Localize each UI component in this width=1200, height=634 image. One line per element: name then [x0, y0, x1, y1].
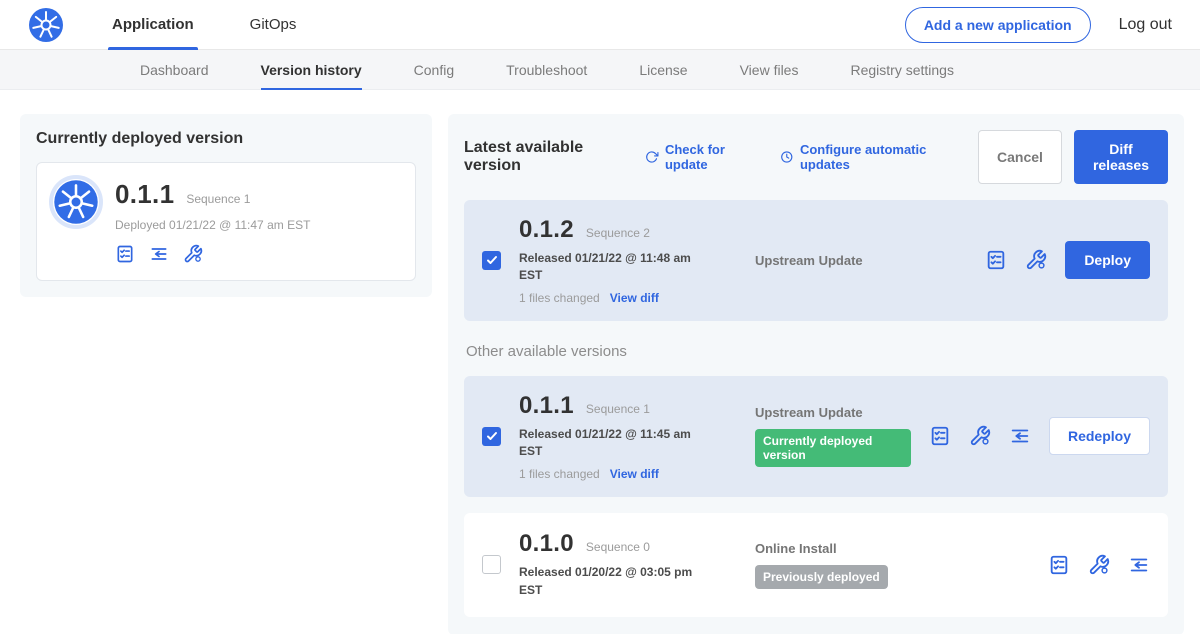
deployed-version-number: 0.1.1 [115, 179, 174, 210]
subnav-item-dashboard[interactable]: Dashboard [140, 50, 209, 90]
config-icon[interactable] [1088, 554, 1110, 576]
subnav-item-registry-settings[interactable]: Registry settings [850, 50, 953, 90]
version-sequence: Sequence 0 [586, 540, 650, 554]
deployed-sequence-label: Sequence 1 [186, 192, 250, 206]
diff-icon[interactable] [1128, 554, 1150, 576]
tab-gitops[interactable]: GitOps [246, 0, 301, 50]
top-navbar: Application GitOps Add a new application… [0, 0, 1200, 50]
version-sequence: Sequence 1 [586, 402, 650, 416]
kubernetes-app-icon [53, 179, 99, 225]
add-new-application-button[interactable]: Add a new application [905, 7, 1091, 43]
version-number: 0.1.0 [519, 530, 574, 558]
files-changed-label: 1 files changed [519, 291, 600, 305]
version-row: 0.1.2 Sequence 2 Released 01/21/22 @ 11:… [464, 200, 1168, 321]
release-notes-icon[interactable] [929, 425, 951, 447]
check-icon [486, 254, 498, 266]
version-row: 0.1.0 Sequence 0 Released 01/20/22 @ 03:… [464, 513, 1168, 617]
release-notes-icon[interactable] [1048, 554, 1070, 576]
version-sequence: Sequence 2 [586, 226, 650, 240]
other-versions-title: Other available versions [466, 343, 1168, 360]
subnav-item-view-files[interactable]: View files [740, 50, 799, 90]
redeploy-button[interactable]: Redeploy [1049, 417, 1150, 455]
logout-link[interactable]: Log out [1119, 16, 1172, 34]
config-icon[interactable] [1025, 249, 1047, 271]
version-checkbox[interactable] [482, 427, 501, 446]
clock-icon [780, 149, 794, 165]
configure-automatic-updates-label: Configure automatic updates [800, 142, 952, 172]
version-source: Upstream Update [755, 405, 911, 420]
version-number: 0.1.1 [519, 392, 574, 420]
tab-application-label: Application [112, 16, 194, 33]
version-history-panel: Latest available version Check for updat… [448, 114, 1184, 634]
configure-automatic-updates-link[interactable]: Configure automatic updates [780, 142, 952, 172]
files-changed-label: 1 files changed [519, 467, 600, 481]
app-subnav: Dashboard Version history Config Trouble… [0, 50, 1200, 90]
version-source: Upstream Update [755, 253, 967, 268]
currently-deployed-title: Currently deployed version [36, 130, 416, 148]
version-source: Online Install [755, 541, 1030, 556]
diff-releases-button[interactable]: Diff releases [1074, 130, 1168, 184]
currently-deployed-panel: Currently deployed version 0.1.1 [20, 114, 432, 297]
diff-icon[interactable] [149, 244, 169, 264]
config-icon[interactable] [183, 244, 203, 264]
version-number: 0.1.2 [519, 216, 574, 244]
version-checkbox[interactable] [482, 251, 501, 270]
subnav-item-license[interactable]: License [639, 50, 687, 90]
config-icon[interactable] [969, 425, 991, 447]
version-checkbox[interactable] [482, 555, 501, 574]
subnav-item-config[interactable]: Config [414, 50, 454, 90]
diff-icon[interactable] [1009, 425, 1031, 447]
status-badge: Currently deployed version [755, 429, 911, 467]
tab-gitops-label: GitOps [250, 16, 297, 33]
status-badge: Previously deployed [755, 565, 888, 589]
refresh-icon [645, 149, 658, 165]
deployed-timestamp: Deployed 01/21/22 @ 11:47 am EST [115, 218, 310, 232]
tab-application[interactable]: Application [108, 0, 198, 50]
check-for-update-label: Check for update [665, 142, 754, 172]
version-released: Released 01/21/22 @ 11:48 am EST [519, 250, 711, 285]
kubernetes-logo-icon [28, 7, 64, 43]
version-row: 0.1.1 Sequence 1 Released 01/21/22 @ 11:… [464, 376, 1168, 497]
latest-available-title: Latest available version [464, 139, 617, 175]
release-notes-icon[interactable] [985, 249, 1007, 271]
subnav-item-version-history[interactable]: Version history [261, 50, 362, 90]
version-released: Released 01/20/22 @ 03:05 pm EST [519, 564, 711, 599]
version-released: Released 01/21/22 @ 11:45 am EST [519, 426, 711, 461]
check-for-update-link[interactable]: Check for update [645, 142, 754, 172]
deployed-version-card: 0.1.1 Sequence 1 Deployed 01/21/22 @ 11:… [36, 162, 416, 281]
check-icon [486, 430, 498, 442]
view-diff-link[interactable]: View diff [610, 467, 659, 481]
subnav-item-troubleshoot[interactable]: Troubleshoot [506, 50, 587, 90]
deploy-button[interactable]: Deploy [1065, 241, 1150, 279]
cancel-button[interactable]: Cancel [978, 130, 1062, 184]
view-diff-link[interactable]: View diff [610, 291, 659, 305]
release-notes-icon[interactable] [115, 244, 135, 264]
